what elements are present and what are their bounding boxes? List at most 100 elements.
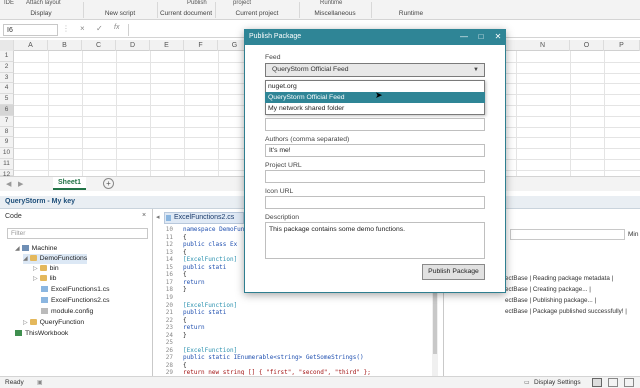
tree-item-file[interactable]: module.config — [41, 307, 93, 316]
project-url-field[interactable] — [265, 170, 485, 183]
column-header[interactable]: N — [516, 40, 570, 51]
macro-record-icon[interactable]: ▣ — [37, 379, 43, 386]
add-sheet-button[interactable]: + — [103, 178, 114, 189]
ribbon: IDE Attach layout Publish project Runtim… — [0, 0, 640, 20]
enter-icon[interactable]: ✓ — [96, 24, 103, 33]
minimize-icon[interactable]: — — [457, 29, 471, 45]
column-header[interactable]: E — [150, 40, 184, 51]
close-icon[interactable]: ✕ — [491, 29, 505, 45]
feed-label: Feed — [265, 54, 281, 61]
log-filter-input[interactable] — [510, 229, 625, 240]
normal-view-icon[interactable] — [592, 378, 602, 387]
grid-line — [150, 51, 151, 176]
column-header[interactable]: P — [604, 40, 640, 51]
row-header[interactable]: 1 — [0, 51, 14, 62]
grid-line — [570, 51, 571, 176]
maximize-icon[interactable]: □ — [474, 29, 488, 45]
line-number: 21 — [165, 309, 173, 317]
ribbon-group-runtime: Runtime — [398, 10, 424, 17]
hidden-field[interactable] — [265, 118, 485, 131]
tree-item-bin[interactable]: ▷ bin — [33, 264, 59, 274]
grid-line — [48, 51, 49, 176]
name-box[interactable]: I6 — [3, 24, 58, 36]
log-line: ectBase | Reading package metadata | — [505, 275, 614, 282]
code-line: { — [183, 248, 187, 256]
page-layout-icon[interactable] — [608, 378, 618, 387]
authors-field[interactable]: It's me! — [265, 144, 485, 157]
description-field[interactable]: This package contains some demo function… — [265, 222, 485, 259]
fx-icon[interactable]: fx — [114, 24, 119, 31]
row-header[interactable]: 7 — [0, 115, 14, 127]
row-header[interactable]: 12 — [0, 169, 14, 178]
column-header[interactable]: A — [14, 40, 48, 51]
cancel-icon[interactable]: × — [80, 24, 85, 33]
status-bar: Ready ▣ ▭ Display Settings — [0, 376, 640, 388]
column-header[interactable]: O — [570, 40, 604, 51]
icon-url-field[interactable] — [265, 196, 485, 209]
csharp-file-icon — [41, 286, 48, 293]
search-input[interactable]: Filter — [7, 228, 148, 239]
tree-label: ExcelFunctions1.cs — [51, 286, 110, 293]
feed-select[interactable]: QueryStorm Official Feed ▼ — [265, 63, 485, 77]
code-line: public stati — [183, 309, 227, 317]
chevron-left-icon[interactable]: ◂ — [156, 213, 160, 221]
select-all-corner[interactable] — [0, 40, 14, 51]
log-line: ectBase | Creating package... | — [505, 286, 591, 293]
tree-item-file[interactable]: ExcelFunctions1.cs — [41, 285, 110, 294]
ribbon-item[interactable]: Runtime — [320, 0, 342, 6]
page-break-icon[interactable] — [624, 378, 634, 387]
row-header[interactable]: 2 — [0, 61, 14, 73]
ribbon-group-display: Display — [30, 10, 52, 17]
tree-item-machine[interactable]: ◢ Machine — [15, 244, 57, 254]
workbook-icon — [15, 330, 22, 337]
column-header[interactable]: C — [82, 40, 116, 51]
tree-item-file[interactable]: ExcelFunctions2.cs — [41, 296, 110, 305]
file-tab-label: ExcelFunctions2.cs — [174, 214, 235, 221]
line-number: 20 — [165, 301, 173, 309]
column-header[interactable]: F — [184, 40, 218, 51]
ribbon-item[interactable]: project — [233, 0, 251, 6]
column-header[interactable]: B — [48, 40, 82, 51]
ribbon-item[interactable]: Attach layout — [26, 0, 61, 6]
row-header[interactable]: 5 — [0, 94, 14, 105]
row-header[interactable]: 9 — [0, 137, 14, 149]
tree-item-lib[interactable]: ▷ lib — [33, 274, 56, 284]
row-header[interactable]: 11 — [0, 159, 14, 170]
file-tab[interactable]: ExcelFunctions2.cs — [164, 212, 244, 224]
folder-icon — [39, 265, 47, 272]
line-number: 29 — [165, 369, 173, 376]
sheet-tab-active[interactable]: Sheet1 — [53, 177, 86, 190]
more-icon: ⋮ — [62, 24, 70, 33]
line-number: 15 — [165, 263, 173, 271]
column-header[interactable]: D — [116, 40, 150, 51]
tab-prev-icon[interactable]: ◀ — [6, 180, 11, 188]
line-number: 26 — [165, 346, 173, 354]
line-number: 25 — [165, 339, 173, 347]
row-header[interactable]: 8 — [0, 126, 14, 138]
folder-icon — [39, 275, 47, 282]
row-header[interactable]: 3 — [0, 72, 14, 84]
tree-label: lib — [49, 275, 57, 282]
feed-option[interactable]: My network shared folder — [265, 103, 485, 114]
grid-line — [218, 51, 219, 176]
row-header[interactable]: 4 — [0, 83, 14, 95]
row-header[interactable]: 6 — [0, 105, 14, 116]
tree-label: module.config — [51, 308, 94, 315]
grid-line — [184, 51, 185, 176]
ribbon-item[interactable]: Publish — [187, 0, 207, 6]
code-line: { — [183, 361, 187, 369]
line-number: 19 — [165, 293, 173, 301]
csharp-file-icon — [41, 297, 48, 304]
row-header[interactable]: 10 — [0, 148, 14, 159]
tree-item-queryfunction[interactable]: ▷ QueryFunction — [23, 318, 84, 328]
grid-line — [82, 51, 83, 176]
status-text: Ready — [5, 379, 24, 386]
tree-item-demofunctions[interactable]: ◢ DemoFunctions — [23, 254, 88, 264]
display-settings-button[interactable]: Display Settings — [534, 379, 581, 386]
tree-label: Machine — [31, 245, 58, 252]
close-icon[interactable]: × — [142, 212, 146, 219]
tree-item-thisworkbook[interactable]: ThisWorkbook — [15, 329, 68, 338]
line-number: 27 — [165, 354, 173, 362]
publish-package-button[interactable]: Publish Package — [422, 264, 485, 280]
tab-next-icon[interactable]: ▶ — [18, 180, 23, 188]
